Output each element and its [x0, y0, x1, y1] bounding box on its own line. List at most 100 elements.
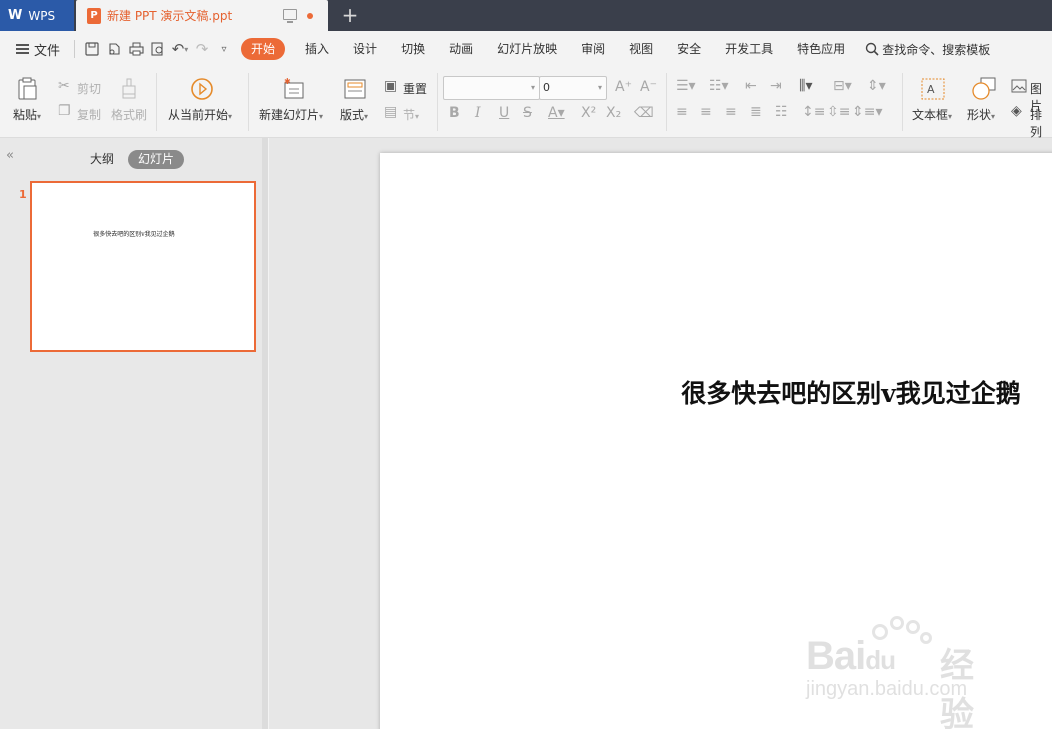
divider	[248, 73, 249, 131]
reset-button[interactable]: 重置	[403, 80, 427, 97]
tab-animations[interactable]: 动画	[437, 38, 485, 60]
document-tab-title: 新建 PPT 演示文稿.ppt	[107, 9, 233, 23]
export-icon[interactable]	[103, 38, 125, 60]
font-name-combo[interactable]: ▾	[443, 76, 540, 100]
font-size-combo[interactable]: 0 ▾	[539, 76, 607, 100]
print-icon[interactable]	[125, 38, 147, 60]
tab-developer[interactable]: 开发工具	[713, 38, 785, 60]
svg-text:✱: ✱	[284, 77, 291, 86]
slides-pane: « 大纲 幻灯片 1 很多快去吧的区别v我见过企鹅	[0, 138, 268, 729]
decrease-indent-icon[interactable]: ⇤	[745, 78, 757, 94]
monitor-icon[interactable]	[283, 9, 297, 23]
grow-font-icon[interactable]: A⁺	[615, 79, 632, 95]
tab-insert[interactable]: 插入	[293, 38, 341, 60]
tab-slides[interactable]: 幻灯片	[128, 150, 185, 169]
align-center-icon[interactable]: ≡	[700, 104, 712, 120]
shape-button[interactable]: 形状▾	[967, 106, 995, 123]
ribbon-toolbar: 粘贴▾ ✂ 剪切 ❐ 复制 格式刷 从当前开始▾ ✱ 新建幻灯片▾ 版式▾ ▣ …	[0, 67, 1052, 140]
picture-icon	[1011, 79, 1027, 93]
tab-design[interactable]: 设计	[341, 38, 389, 60]
file-menu-label: 文件	[34, 43, 61, 59]
scissors-icon: ✂	[58, 78, 70, 94]
align-left-icon[interactable]: ≡	[676, 104, 688, 120]
paste-icon[interactable]	[16, 77, 40, 101]
watermark-brand: Baidu	[806, 634, 896, 678]
align-text-icon[interactable]: ⇕▾	[867, 78, 886, 94]
format-painter-button[interactable]: 格式刷	[111, 106, 147, 123]
print-preview-icon[interactable]	[147, 38, 169, 60]
numbered-list-icon[interactable]: ☷▾	[709, 78, 729, 94]
undo-icon[interactable]: ↶ ▾	[169, 38, 191, 60]
text-box-button[interactable]: 文本框▾	[912, 106, 952, 123]
underline-icon[interactable]: U	[499, 105, 509, 121]
text-direction-icon[interactable]: ⊟▾	[833, 78, 852, 94]
svg-text:A: A	[927, 83, 935, 96]
layout-button[interactable]: 版式▾	[340, 106, 368, 123]
unsaved-dot-icon	[307, 13, 313, 19]
pane-scrollbar[interactable]	[262, 138, 268, 729]
layout-icon[interactable]	[344, 79, 366, 99]
paragraph-spacing-icon[interactable]: ⇳≡	[827, 104, 850, 120]
search-label: 查找命令、搜索模板	[882, 42, 991, 57]
strikethrough-icon[interactable]: S	[523, 105, 532, 121]
section-icon: ▤	[384, 104, 398, 120]
app-name: WPS	[28, 8, 56, 23]
tab-view[interactable]: 视图	[617, 38, 665, 60]
clear-format-icon[interactable]: ⌫	[634, 105, 654, 121]
collapse-pane-icon[interactable]: «	[6, 148, 14, 163]
new-slide-button[interactable]: 新建幻灯片▾	[259, 106, 323, 123]
subscript-icon[interactable]: X₂	[606, 105, 621, 121]
search-icon	[865, 42, 879, 56]
ppt-file-icon: P	[87, 7, 101, 24]
copy-button[interactable]: 复制	[77, 106, 101, 123]
wps-logo-icon: W	[8, 8, 23, 23]
divider	[666, 73, 667, 131]
line-spacing-icon[interactable]: ↕≡	[802, 104, 825, 120]
text-box-icon[interactable]: A	[921, 78, 945, 100]
justify-icon[interactable]: ≣	[750, 104, 762, 120]
play-from-current-button[interactable]: 从当前开始▾	[168, 106, 232, 123]
arrange-icon: ◈	[1011, 103, 1022, 119]
hamburger-icon	[16, 44, 29, 54]
italic-icon[interactable]: I	[475, 105, 481, 121]
tab-review[interactable]: 审阅	[569, 38, 617, 60]
reset-icon: ▣	[384, 78, 398, 94]
cut-button[interactable]: 剪切	[77, 80, 101, 97]
distribute-icon[interactable]: ☷	[775, 104, 788, 120]
divider	[156, 73, 157, 131]
play-icon[interactable]	[190, 77, 214, 101]
superscript-icon[interactable]: X²	[581, 105, 596, 121]
bold-icon[interactable]: B	[449, 105, 460, 121]
command-search[interactable]: 查找命令、搜索模板	[865, 41, 990, 58]
shrink-font-icon[interactable]: A⁻	[640, 79, 657, 95]
bullet-list-icon[interactable]: ☰▾	[676, 78, 696, 94]
tab-outline[interactable]: 大纲	[90, 150, 114, 169]
file-menu-button[interactable]: 文件	[0, 40, 68, 59]
font-color-icon[interactable]: A▾	[548, 105, 565, 121]
tab-home[interactable]: 开始	[241, 38, 286, 60]
arrange-button[interactable]: 排列	[1030, 106, 1052, 140]
wps-app-tab[interactable]: W WPS	[0, 0, 74, 31]
title-bar: W WPS P 新建 PPT 演示文稿.ppt +	[0, 0, 1052, 31]
tab-security[interactable]: 安全	[665, 38, 713, 60]
text-columns-icon[interactable]: ⫼▾	[799, 78, 812, 94]
customize-dropdown-icon[interactable]: ▿	[213, 38, 235, 60]
slide-number: 1	[19, 188, 27, 201]
divider	[74, 40, 76, 58]
new-tab-button[interactable]: +	[340, 3, 360, 27]
slide-title-text[interactable]: 很多快去吧的区别v我见过企鹅	[666, 378, 1036, 410]
redo-icon[interactable]: ↷	[191, 38, 213, 60]
tab-special-features[interactable]: 特色应用	[785, 38, 857, 60]
slide-thumbnail[interactable]: 很多快去吧的区别v我见过企鹅	[30, 181, 256, 352]
section-button[interactable]: 节▾	[403, 106, 419, 123]
spacing-options-icon[interactable]: ⇕≡▾	[852, 104, 883, 120]
align-right-icon[interactable]: ≡	[725, 104, 737, 120]
increase-indent-icon[interactable]: ⇥	[770, 78, 782, 94]
new-slide-icon[interactable]: ✱	[282, 77, 306, 101]
shape-icon[interactable]	[970, 77, 998, 101]
document-tab[interactable]: P 新建 PPT 演示文稿.ppt	[76, 0, 328, 31]
tab-slideshow[interactable]: 幻灯片放映	[485, 38, 569, 60]
tab-transitions[interactable]: 切换	[389, 38, 437, 60]
save-icon[interactable]	[81, 38, 103, 60]
paste-button[interactable]: 粘贴▾	[13, 106, 41, 123]
